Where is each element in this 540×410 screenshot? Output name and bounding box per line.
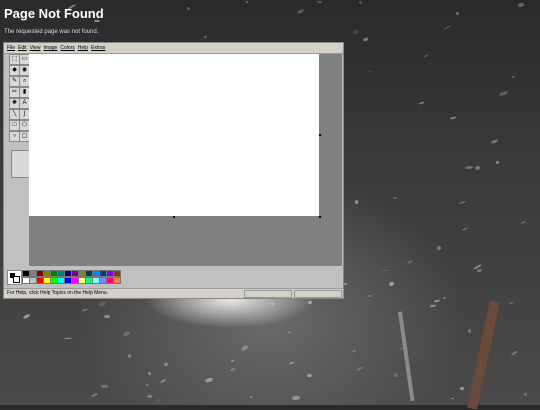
drawing-canvas[interactable] <box>29 54 319 216</box>
current-colors <box>7 270 22 285</box>
menu-extras[interactable]: Extras <box>91 43 105 53</box>
menu-colors[interactable]: Colors <box>60 43 74 53</box>
toolbox: ⬚ ▭ ◆ ◉ ✎ ⌕ ✏ ▮ ✺ A ╲ ∫ □ ⬠ ○ ▢ <box>6 54 30 178</box>
menu-view[interactable]: View <box>30 43 41 53</box>
resize-handle-bottom[interactable] <box>173 216 175 218</box>
status-bar: For Help, click Help Topics on the Help … <box>4 288 343 298</box>
status-cell-position <box>244 290 292 298</box>
page-title: Page Not Found <box>4 6 104 21</box>
paint-window[interactable]: File Edit View Image Colors Help Extras ⬚ ▭ ◆ ◉ ✎ ⌕… <box>3 42 344 299</box>
tool-options-box[interactable] <box>11 150 30 178</box>
page-subtitle: The requested page was not found. <box>4 29 99 35</box>
menu-image[interactable]: Image <box>43 43 57 53</box>
background-color <box>13 276 20 283</box>
menu-edit[interactable]: Edit <box>18 43 27 53</box>
canvas-workspace <box>29 54 342 266</box>
menu-help[interactable]: Help <box>78 43 88 53</box>
menu-bar: File Edit View Image Colors Help Extras <box>4 43 343 54</box>
resize-handle-right[interactable] <box>319 134 321 136</box>
status-cell-size <box>294 290 342 298</box>
resize-handle-corner[interactable] <box>319 216 321 218</box>
palette-swatch[interactable] <box>113 277 121 284</box>
color-palette <box>4 267 343 286</box>
palette-swatch[interactable] <box>113 270 121 277</box>
menu-file[interactable]: File <box>7 43 15 53</box>
status-text: For Help, click Help Topics on the Help … <box>7 290 109 296</box>
